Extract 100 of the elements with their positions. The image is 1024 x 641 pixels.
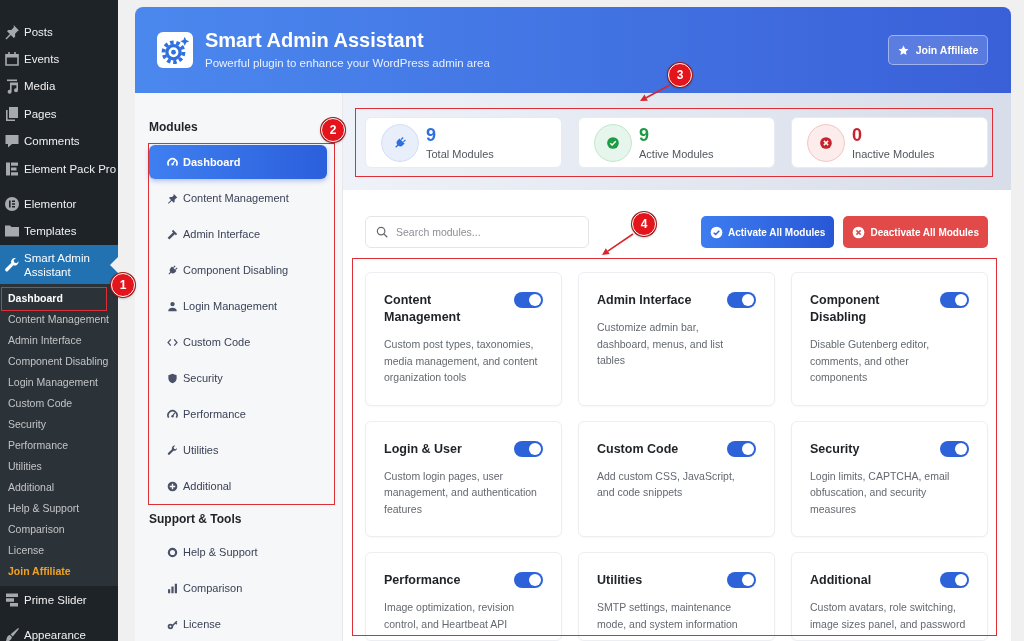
calendar-icon	[4, 51, 20, 68]
code-icon	[167, 336, 178, 348]
app-subtitle: Powerful plugin to enhance your WordPress admin area	[205, 56, 491, 71]
toggle-switch[interactable]	[514, 572, 543, 588]
activate-all-button[interactable]: Activate All Modules	[701, 216, 835, 248]
toggle-switch[interactable]	[727, 440, 756, 457]
section-heading: Support & Tools	[149, 511, 242, 527]
toggle-switch[interactable]	[940, 572, 969, 588]
submenu-item[interactable]: Admin Interface	[8, 330, 82, 352]
pin-icon	[4, 23, 20, 40]
module-description: Image optimization, revision control, and Heartbeat API	[384, 600, 516, 632]
nav-item[interactable]: Admin Interface	[149, 217, 327, 251]
join-button[interactable]: Join Affiliate	[888, 35, 988, 65]
module-title: Component Disabling	[810, 292, 881, 326]
submenu-item[interactable]: Security	[8, 414, 46, 436]
nav-item[interactable]: Content Management	[149, 181, 327, 215]
toggle-switch[interactable]	[940, 292, 969, 308]
stat-label: Total Modules	[426, 146, 494, 161]
gear-sparkle-icon	[157, 32, 193, 68]
module-description: Custom post types, taxonomies, media management, and content organization tools	[384, 337, 539, 385]
stat-value: 0	[852, 124, 863, 145]
module-description: Custom login pages, user management, and authentication features	[384, 468, 538, 517]
submenu-item[interactable]: Login Management	[8, 372, 98, 394]
submenu-item[interactable]: Join Affiliate	[8, 561, 71, 583]
stacked-bars-icon	[4, 592, 20, 609]
submenu-item[interactable]: Content Management	[8, 309, 109, 331]
key-icon	[167, 618, 178, 630]
submenu-item[interactable]: Additional	[8, 477, 55, 499]
plug-icon	[167, 264, 178, 276]
submenu-item[interactable]: Dashboard	[8, 288, 63, 310]
menu-item[interactable]: Appearance	[0, 621, 118, 641]
module-title: Content Management	[384, 292, 462, 326]
menu-item[interactable]: Prime Slider	[0, 586, 118, 614]
gauge-icon	[167, 408, 178, 420]
user-icon	[167, 300, 178, 312]
section-heading: Modules	[149, 119, 198, 135]
menu-item[interactable]: Posts	[0, 18, 118, 46]
gauge-icon	[167, 156, 178, 168]
wrench-icon	[167, 444, 178, 456]
menu-item[interactable]: Elementor	[0, 190, 118, 218]
menu-item[interactable]: Smart Admin Assistant	[0, 245, 118, 285]
menu-item[interactable]: Media	[0, 72, 118, 101]
module-title: Utilities	[597, 572, 644, 589]
menu-item[interactable]: Element Pack Pro	[0, 154, 118, 183]
toggle-switch[interactable]	[727, 572, 756, 588]
bar-chart-icon	[167, 582, 178, 594]
submenu-item[interactable]: Custom Code	[8, 393, 73, 415]
stat-label: Inactive Modules	[852, 146, 935, 161]
module-description: Custom avatars, role switching, image sizes panel, and password	[810, 600, 966, 632]
nav-item[interactable]: Help & Support	[149, 535, 327, 569]
nav-item[interactable]: Utilities	[149, 433, 327, 467]
submenu-item[interactable]: License	[8, 540, 45, 562]
menu-item[interactable]: Comments	[0, 127, 118, 155]
module-description: Add custom CSS, JavaScript, and code snippets	[597, 468, 736, 500]
speech-bubble-icon	[4, 133, 20, 150]
folder-icon	[4, 223, 20, 240]
pages-icon	[4, 105, 20, 122]
stat-value: 9	[639, 124, 650, 145]
menu-item[interactable]: Pages	[0, 100, 118, 128]
nav-item[interactable]: Component Disabling	[149, 253, 327, 287]
module-title: Performance	[384, 572, 462, 589]
nav-item[interactable]: Login Management	[149, 289, 327, 323]
stat-label: Active Modules	[639, 146, 714, 161]
module-description: SMTP settings, maintenance mode, and system information	[597, 600, 739, 632]
shield-icon	[167, 372, 178, 384]
search-field[interactable]: Search modules...	[365, 216, 589, 248]
toggle-switch[interactable]	[727, 292, 756, 308]
menu-item[interactable]: Events	[0, 45, 118, 73]
nav-item[interactable]: Custom Code	[149, 325, 327, 359]
paintbrush-icon	[4, 627, 20, 641]
hammer-icon	[167, 228, 178, 240]
x-circle-icon	[807, 123, 845, 162]
nav-item[interactable]: Additional	[149, 469, 327, 503]
submenu-item[interactable]: Performance	[8, 435, 69, 457]
module-title: Admin Interface	[597, 292, 693, 309]
toggle-switch[interactable]	[514, 440, 543, 457]
submenu-item[interactable]: Comparison	[8, 519, 65, 541]
submenu-item[interactable]: Help & Support	[8, 498, 80, 520]
stat-value: 9	[426, 124, 437, 145]
nav-item[interactable]: Security	[149, 361, 327, 395]
ring-icon	[167, 546, 178, 558]
module-title: Login & User	[384, 440, 463, 458]
module-title: Additional	[810, 572, 873, 589]
submenu-item[interactable]: Component Disabling	[8, 351, 109, 373]
menu-item[interactable]: Templates	[0, 217, 118, 245]
submenu-item[interactable]: Utilities	[8, 456, 42, 478]
nav-item[interactable]: Performance	[149, 397, 327, 431]
star-icon	[897, 44, 909, 56]
deactivate-all-button[interactable]: Deactivate All Modules	[843, 216, 988, 248]
nav-item[interactable]: License	[149, 607, 327, 641]
toggle-switch[interactable]	[940, 440, 969, 457]
nav-item[interactable]: Dashboard	[149, 145, 327, 179]
nav-item[interactable]: Comparison	[149, 571, 327, 605]
x-circle-icon	[852, 225, 866, 239]
check-circle-icon	[594, 123, 632, 162]
module-title: Security	[810, 440, 861, 458]
toggle-switch[interactable]	[514, 292, 543, 308]
search-icon	[376, 226, 388, 238]
module-description: Login limits, CAPTCHA, email obfuscation, and security measures	[810, 468, 951, 517]
module-description: Customize admin bar, dashboard, menus, and list tables	[597, 320, 725, 368]
